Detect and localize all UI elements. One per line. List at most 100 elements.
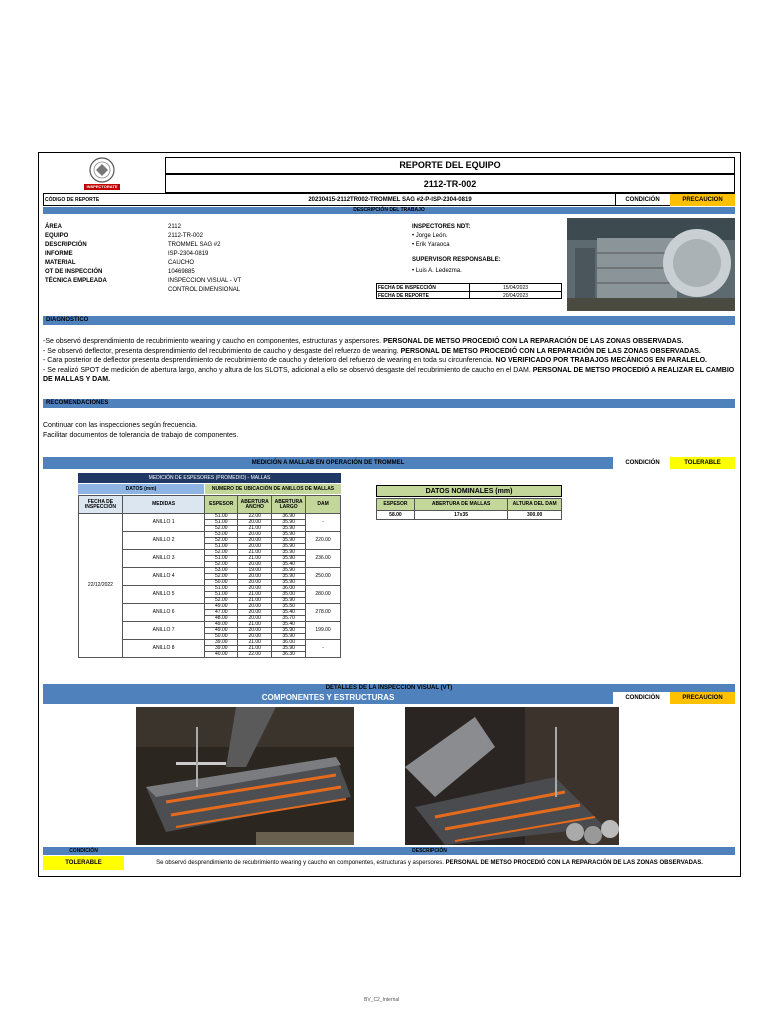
recomendaciones-text: Continuar con las inspecciones según fre… [43,421,735,441]
nominal-header: ABERTURA DE MALLAS [413,498,509,511]
footer-description: Se observó desprendimiento de recubrimie… [124,856,735,870]
visual-condition-label: CONDICIÓN [625,695,660,701]
inspection-date-value: 15/04/2023 [502,285,529,291]
nominal-header: ALTURA DEL DAM [507,498,562,511]
work-field-value: 10469885 [168,269,195,275]
work-field-label: INFORME [45,251,73,257]
col-header-ancho: ABERTURA ANCHO [237,495,273,514]
condition-badge-tolerable: TOLERABLE [670,457,735,469]
ring-name-cell: ANILLO 2 [121,531,206,550]
inspector-name: • Erik Yaraoca [412,242,450,248]
ring-name-cell: ANILLO 4 [121,567,206,586]
work-field-label: DESCRIPCIÓN [45,242,87,248]
measurement-cell: 40.00 [204,651,239,658]
report-date-value: 20/04/2023 [502,293,529,299]
col-header-espesor: ESPESOR [204,495,239,514]
work-field-row: EQUIPO 2112-TR-002 [45,233,385,242]
report-date-label: FECHA DE REPORTE [378,293,429,299]
work-field-row: MATERIAL CAUCHO [45,260,385,269]
ring-name-cell: ANILLO 8 [121,639,206,658]
report-code-value: 20230415-2112TR002-TROMMEL SAG #2-P-ISP-… [308,197,472,203]
supervisor-label: SUPERVISOR RESPONSABLE: [412,257,501,263]
dam-cell: 236.00 [305,549,341,568]
diagnostico-text: -Se observó desprendimiento de recubrimi… [43,337,735,385]
recomendacion-line: Facilitar documentos de tolerancia de tr… [43,432,239,439]
nominal-table: ESPESOR ABERTURA DE MALLAS ALTURA DEL DA… [376,498,562,520]
nominal-value: 58.00 [376,510,415,520]
dam-cell: - [305,513,341,532]
work-field-label [45,287,168,296]
work-field-label: TÉCNICA EMPLEADA [45,278,107,284]
measurement-cell: 22.00 [237,651,273,658]
dam-cell: 280.00 [305,585,341,604]
ring-name-cell: ANILLO 7 [121,621,206,640]
work-field-row: OT DE INSPECCIÓN 10469885 [45,269,385,278]
dam-cell: 250.00 [305,567,341,586]
col-header-largo: ABERTURA LARGO [271,495,307,514]
report-title: REPORTE DEL EQUIPO [399,160,501,170]
work-field-label: MATERIAL [45,260,76,266]
work-field-value: 2112-TR-002 [168,233,203,239]
diagnostico-line: -Se observó desprendimiento de recubrimi… [43,338,684,345]
diagnostico-bar: DIAGNOSTICO [43,316,735,325]
mallas-condition-label: CONDICIÓN [625,460,660,466]
recomendacion-line: Continuar con las inspecciones según fre… [43,422,198,429]
footer-description-header: DESCRIPCIÓN [124,847,735,855]
inspectors-label: INSPECTORES NDT: [412,224,471,230]
work-field-label: EQUIPO [45,233,69,239]
recomendaciones-bar: RECOMENDACIONES [43,399,735,408]
col-header-dam: DAM [305,495,341,514]
work-field-row: TÉCNICA EMPLEADA INSPECCION VISUAL - VT [45,278,385,287]
logo-text: INSPECTORATE [86,184,118,189]
work-fields: ÁREA 2112 EQUIPO 2112-TR-002 DESCRIPCIÓN TR… [45,224,385,296]
footer-description-bold: PERSONAL DE METSO PROCEDIÓ CON LA REPARA… [445,860,703,866]
ring-name-cell: ANILLO 1 [121,513,206,532]
nominal-title: DATOS NOMINALES (mm) [376,485,562,497]
work-field-value: INSPECCION VISUAL - VT [168,278,242,284]
footer-condition-header: CONDICIÓN [43,847,124,855]
work-field-row: ÁREA 2112 [45,224,385,233]
inspection-photo-1 [136,707,354,845]
col-header-medidas: MEDIDAS [121,495,206,514]
datos-label: DATOS (mm) [78,484,204,494]
footer-description-text: Se observó desprendimiento de recubrimie… [156,860,446,866]
col-header-fecha: FECHA DE INSPECCIÓN [78,495,123,514]
ubicacion-label: NUMERO DE UBICACIÓN DE ANILLOS DE MALLAS [205,484,341,494]
mallas-table-title: MEDICIÓN DE ESPESORES (PROMEDIO) - MALLA… [78,473,341,483]
doc-classification: BV_C2_Internal [364,997,400,1003]
equipment-code: 2112-TR-002 [423,179,477,189]
ring-name-cell: ANILLO 3 [121,549,206,568]
work-field-value: 2112 [168,224,181,230]
work-field-row: INFORME ISP-2304-0819 [45,251,385,260]
work-description-bar: DESCRIPCIÓN DEL TRABAJO [43,207,735,214]
measurement-cell: 36.30 [271,651,307,658]
footer-condition-badge: TOLERABLE [43,856,124,870]
work-field-value: CONTROL DIMENSIONAL [168,287,241,293]
diagnostico-line: - Cara posterior de deflector presenta d… [43,357,707,364]
inspector-name: • Jorge León. [412,233,448,239]
inspection-date-label: FECHA DE INSPECCIÓN [378,285,436,291]
work-field-row: CONTROL DIMENSIONAL [45,287,385,296]
work-field-value: TROMMEL SAG #2 [168,242,221,248]
condition-badge-precaucion: PRECAUCION [670,692,735,704]
work-field-value: ISP-2304-0819 [168,251,209,257]
condition-label: CONDICIÓN [625,197,660,203]
work-field-value: CAUCHO [168,260,195,266]
nominal-value: 17x35 [413,510,509,520]
dam-cell: 278.00 [305,603,341,622]
nominal-value: 300.00 [507,510,562,520]
company-logo: INSPECTORATE [78,156,126,192]
dam-cell: 220.00 [305,531,341,550]
mallas-bar: MEDICIÓN A MALLAB EN OPERACIÓN DE TROMME… [43,457,613,469]
diagnostico-line: - Se realizó SPOT de medición de abertur… [43,366,735,384]
work-field-label: OT DE INSPECCIÓN [45,269,103,275]
dam-cell: 199.00 [305,621,341,640]
work-field-label: ÁREA [45,224,63,230]
work-field-row: DESCRIPCIÓN TROMMEL SAG #2 [45,242,385,251]
condition-badge-precaucion: PRECAUCION [670,194,735,206]
mallas-table: FECHA DE INSPECCIÓN MEDIDAS ESPESOR ABER… [78,495,341,658]
nominal-header: ESPESOR [376,498,415,511]
diagnostico-line: - Se observó deflector, presenta despren… [43,347,701,355]
fecha-cell: 22/12/2022 [78,513,123,658]
report-code-label: CÓDIGO DE REPORTE [45,197,100,203]
